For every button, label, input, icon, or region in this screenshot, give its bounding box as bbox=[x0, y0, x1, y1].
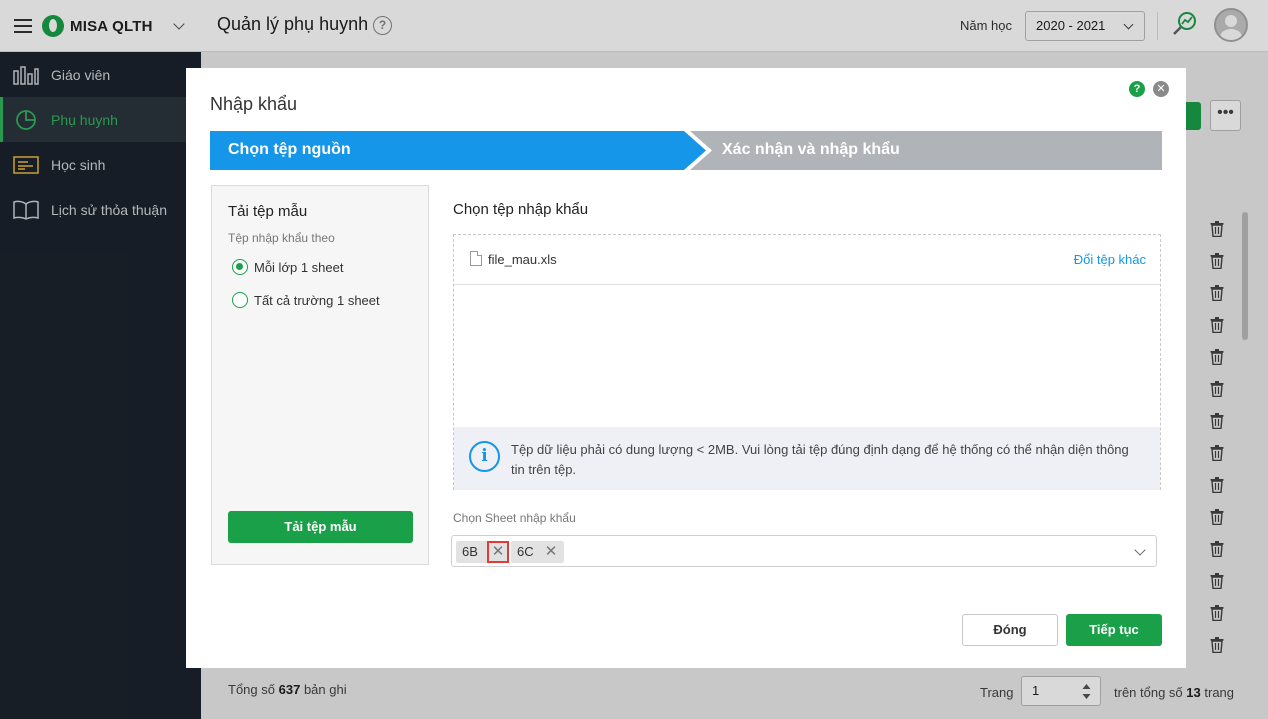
radio-unchecked-icon[interactable] bbox=[232, 292, 248, 308]
continue-button[interactable]: Tiếp tục bbox=[1066, 614, 1162, 646]
template-panel-title: Tải tệp mẫu bbox=[228, 203, 308, 220]
sheet-chip: 6B ✕ bbox=[456, 541, 509, 563]
option-per-class-sheet[interactable]: Mỗi lớp 1 sheet bbox=[232, 259, 343, 275]
import-dialog: Nhập khẩu ? ✕ Chọn tệp nguồn Xác nhận và… bbox=[186, 68, 1186, 668]
file-name: file_mau.xls bbox=[488, 252, 557, 267]
selected-file-row: file_mau.xls Đổi tệp khác bbox=[454, 235, 1160, 285]
sheet-select-label: Chọn Sheet nhập khẩu bbox=[453, 511, 576, 525]
file-dropzone[interactable]: file_mau.xls Đổi tệp khác i Tệp dữ liệu … bbox=[453, 234, 1161, 490]
import-file-title: Chọn tệp nhập khẩu bbox=[453, 201, 589, 218]
remove-chip-icon[interactable]: ✕ bbox=[540, 541, 562, 563]
wizard-steps: Chọn tệp nguồn Xác nhận và nhập khẩu bbox=[210, 131, 1162, 170]
sheet-chip: 6C ✕ bbox=[511, 541, 564, 563]
radio-checked-icon[interactable] bbox=[232, 259, 248, 275]
info-icon: i bbox=[469, 441, 500, 472]
template-panel-subtitle: Tệp nhập khẩu theo bbox=[228, 231, 335, 245]
sheet-chip-label: 6C bbox=[517, 544, 534, 559]
info-text: Tệp dữ liệu phải có dung lượng < 2MB. Vu… bbox=[511, 442, 1129, 477]
chevron-down-icon[interactable] bbox=[1134, 544, 1146, 556]
info-notice: i Tệp dữ liệu phải có dung lượng < 2MB. … bbox=[454, 427, 1160, 490]
help-icon[interactable]: ? bbox=[1129, 81, 1145, 97]
close-icon[interactable]: ✕ bbox=[1153, 81, 1169, 97]
step-choose-source: Chọn tệp nguồn bbox=[210, 131, 706, 170]
step-confirm-import: Xác nhận và nhập khẩu bbox=[690, 131, 1162, 170]
dialog-title: Nhập khẩu bbox=[210, 94, 298, 114]
close-button[interactable]: Đóng bbox=[962, 614, 1058, 646]
change-file-link[interactable]: Đổi tệp khác bbox=[1074, 252, 1146, 267]
download-template-button[interactable]: Tải tệp mẫu bbox=[228, 511, 413, 543]
remove-chip-icon[interactable]: ✕ bbox=[487, 541, 509, 563]
option-label: Mỗi lớp 1 sheet bbox=[254, 259, 344, 275]
template-panel: Tải tệp mẫu Tệp nhập khẩu theo Mỗi lớp 1… bbox=[211, 185, 429, 565]
option-label: Tất cả trường 1 sheet bbox=[254, 292, 380, 308]
sheet-multiselect[interactable]: 6B ✕ 6C ✕ bbox=[451, 535, 1157, 567]
sheet-chip-label: 6B bbox=[462, 544, 478, 559]
file-icon bbox=[470, 251, 482, 266]
option-whole-school-sheet[interactable]: Tất cả trường 1 sheet bbox=[232, 292, 380, 308]
